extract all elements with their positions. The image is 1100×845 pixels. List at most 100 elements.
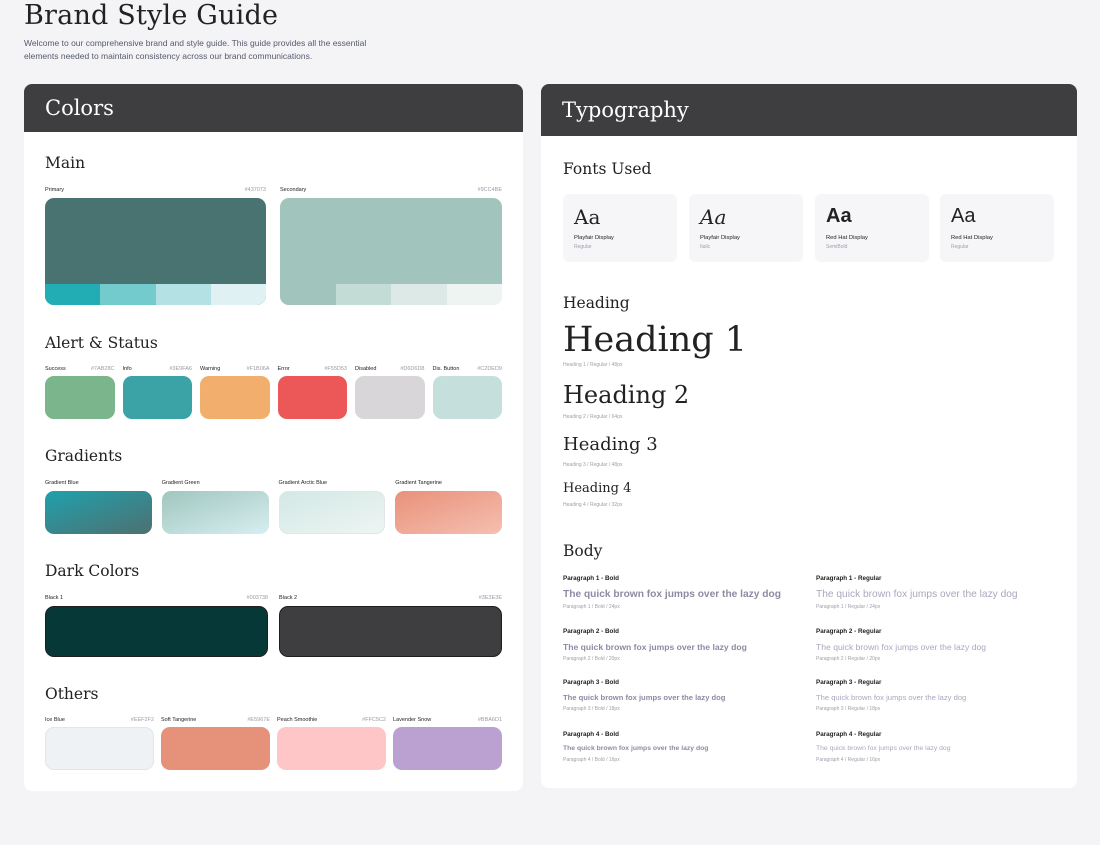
gradient-arctic-blue-label: Gradient Arctic Blue (278, 480, 328, 486)
font-sample: Aa (700, 205, 727, 229)
font-name: Playfair Display (700, 235, 740, 241)
colors-header: Colors (24, 84, 523, 132)
font-card-1[interactable]: Aa Playfair Display Regular (563, 194, 677, 262)
primary-hex: #437073 (244, 187, 266, 193)
secondary-hex: #9CC4BE (477, 187, 502, 193)
colors-panel: Colors Main Primary #437073 Secondary #9… (24, 84, 523, 791)
paragraph-3-bold-meta: Paragraph 3 / Bold / 18px (563, 705, 620, 712)
primary-tint-1[interactable] (45, 284, 101, 305)
paragraph-4-reg-sample: The quick brown fox jumps over the lazy … (816, 745, 951, 752)
font-name: Red Hat Display (826, 235, 868, 241)
dis-button-hex: #C2DED9 (477, 366, 502, 372)
paragraph-3-reg-sample: The quick brown fox jumps over the lazy … (816, 693, 967, 702)
lavender-snow-swatch[interactable] (393, 727, 502, 770)
font-sample: Aa (826, 205, 852, 227)
ice-blue-swatch[interactable] (45, 727, 154, 770)
secondary-tint-1[interactable] (280, 284, 336, 305)
gradient-blue-label: Gradient Blue (45, 480, 79, 486)
peach-smoothie-hex: #FFC5C2 (362, 717, 386, 723)
body-title: Body (563, 542, 603, 560)
paragraph-1-reg-meta: Paragraph 1 / Regular / 24px (816, 604, 881, 611)
error-swatch[interactable] (277, 376, 347, 419)
gradient-arctic-blue-swatch[interactable] (278, 491, 386, 534)
secondary-tint-2[interactable] (335, 284, 391, 305)
heading-2-meta: Heading 2 / Regular / 64px (563, 414, 623, 420)
gradient-green-label: Gradient Green (161, 480, 200, 486)
peach-smoothie-swatch[interactable] (277, 727, 386, 770)
paragraph-4-bold-label: Paragraph 4 - Bold (563, 731, 619, 738)
primary-tint-2[interactable] (100, 284, 156, 305)
black-1-hex: #003738 (246, 595, 268, 601)
gradients-title: Gradients (45, 447, 123, 465)
typography-header: Typography (541, 84, 1077, 136)
heading-2-sample: Heading 2 (563, 381, 690, 409)
black-2-hex: #3E3E3E (478, 595, 502, 601)
heading-1-meta: Heading 1 / Regular / 48px (563, 362, 623, 368)
warning-hex: #F1B06A (246, 366, 270, 372)
paragraph-4-reg-meta: Paragraph 4 / Regular / 16px (816, 756, 881, 763)
font-sample: Aa (951, 205, 976, 227)
success-swatch[interactable] (45, 376, 115, 419)
paragraph-4-reg-label: Paragraph 4 - Regular (816, 731, 882, 738)
paragraph-1-bold-label: Paragraph 1 - Bold (563, 575, 619, 582)
gradient-blue-swatch[interactable] (45, 491, 152, 534)
font-style: Regular (951, 244, 969, 250)
heading-3-sample: Heading 3 (563, 434, 658, 455)
paragraph-1-reg-sample: The quick brown fox jumps over the lazy … (816, 589, 1018, 600)
warning-swatch[interactable] (200, 376, 270, 419)
page-title: Brand Style Guide (24, 0, 279, 31)
paragraph-3-reg-meta: Paragraph 3 / Regular / 18px (816, 705, 881, 712)
lavender-snow-hex: #BBA6D1 (477, 717, 502, 723)
heading-3-meta: Heading 3 / Regular / 48px (563, 462, 623, 468)
page-intro: Welcome to our comprehensive brand and s… (24, 38, 367, 61)
heading-title: Heading (563, 294, 630, 312)
soft-tangerine-hex: #E5967E (247, 717, 270, 723)
font-card-4[interactable]: Aa Red Hat Display Regular (940, 194, 1054, 262)
primary-tint-3[interactable] (155, 284, 211, 305)
typography-panel: Typography Fonts Used Aa Playfair Display… (541, 84, 1077, 788)
info-hex: #3E9FA6 (169, 366, 192, 372)
font-name: Red Hat Display (951, 235, 993, 241)
primary-tint-4[interactable] (210, 284, 266, 305)
secondary-swatch[interactable] (280, 198, 502, 305)
paragraph-3-bold-label: Paragraph 3 - Bold (563, 679, 619, 686)
paragraph-4-bold-meta: Paragraph 4 / Bold / 16px (563, 756, 620, 763)
primary-label: Primary (45, 187, 64, 193)
paragraph-3-bold-sample: The quick brown fox jumps over the lazy … (563, 693, 726, 702)
gradient-tangerine-label: Gradient Tangerine (395, 480, 442, 486)
disabled-hex: #D6D6D8 (400, 366, 425, 372)
primary-swatch[interactable] (45, 198, 266, 305)
paragraph-1-bold-sample: The quick brown fox jumps over the lazy … (563, 589, 781, 600)
dis-button-swatch[interactable] (432, 376, 502, 419)
disabled-swatch[interactable] (355, 376, 425, 419)
black-2-swatch[interactable] (279, 606, 502, 657)
info-swatch[interactable] (122, 376, 192, 419)
font-style: Italic (700, 244, 711, 250)
font-style: SemiBold (826, 244, 848, 250)
soft-tangerine-swatch[interactable] (161, 727, 270, 770)
fonts-used-title: Fonts Used (563, 160, 652, 178)
secondary-tints (280, 284, 502, 305)
black-1-swatch[interactable] (45, 606, 268, 657)
main-colors-title: Main (45, 154, 86, 172)
gradient-tangerine-swatch[interactable] (395, 491, 502, 534)
heading-4-sample: Heading 4 (563, 481, 632, 496)
font-card-2[interactable]: Aa Playfair Display Italic (689, 194, 803, 262)
paragraph-2-bold-sample: The quick brown fox jumps over the lazy … (563, 642, 747, 652)
alert-status-title: Alert & Status (45, 334, 158, 352)
font-card-3[interactable]: Aa Red Hat Display SemiBold (815, 194, 929, 262)
secondary-tint-3[interactable] (391, 284, 447, 305)
secondary-label: Secondary (280, 187, 307, 193)
heading-4-meta: Heading 4 / Regular / 32px (563, 502, 623, 508)
gradient-green-swatch[interactable] (161, 491, 269, 534)
paragraph-2-reg-meta: Paragraph 2 / Regular / 20px (816, 655, 881, 662)
heading-1-sample: Heading 1 (563, 320, 748, 360)
secondary-tint-4[interactable] (446, 284, 502, 305)
paragraph-2-reg-sample: The quick brown fox jumps over the lazy … (816, 642, 987, 652)
paragraph-2-bold-meta: Paragraph 2 / Bold / 20px (563, 655, 620, 662)
ice-blue-hex: #EEF2F2 (130, 717, 154, 723)
others-title: Others (45, 685, 99, 703)
paragraph-1-reg-label: Paragraph 1 - Regular (816, 575, 882, 582)
paragraph-4-bold-sample: The quick brown fox jumps over the lazy … (563, 745, 709, 752)
paragraph-1-bold-meta: Paragraph 1 / Bold / 24px (563, 604, 620, 611)
